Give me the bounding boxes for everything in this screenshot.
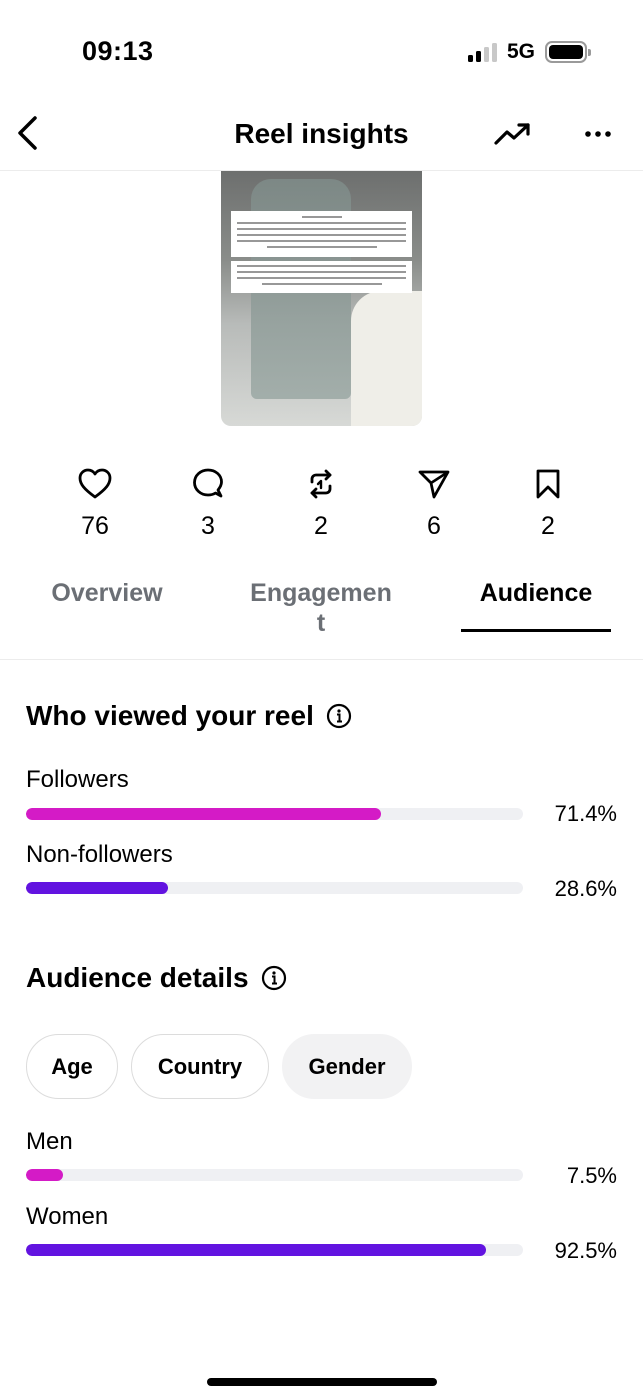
followers-bar [26,808,523,820]
status-indicators: 5G [467,40,591,64]
tabs-divider [0,659,643,660]
trending-up-icon [494,123,530,145]
men-bar-fill [26,1169,64,1181]
reposts-count: 2 [314,512,328,540]
viewers-section-title: Who viewed your reel [26,700,352,732]
women-bar-fill [26,1244,486,1256]
share-icon [418,470,450,499]
status-time: 09:13 [82,36,154,66]
chip-country[interactable]: Country [131,1034,269,1099]
bookmark-icon [536,469,560,499]
women-bar [26,1244,523,1256]
likes-stat: 76 [55,462,135,541]
page-title: Reel insights [234,118,409,149]
tab-engagement[interactable]: Engagemen t [246,578,396,638]
info-icon[interactable] [326,703,352,729]
audience-title-text: Audience details [26,962,249,993]
reel-thumbnail[interactable] [221,171,422,426]
signal-icon [467,42,497,62]
stats-row: 76 3 2 6 2 [0,462,643,552]
network-label: 5G [506,40,535,63]
likes-count: 76 [81,512,109,540]
men-label: Men [26,1128,73,1155]
info-icon[interactable] [261,965,287,991]
comments-count: 3 [201,512,215,540]
followers-percent: 71.4% [554,801,617,826]
chip-age[interactable]: Age [26,1034,118,1099]
battery-icon [545,41,591,63]
comments-stat: 3 [168,462,248,541]
saves-count: 2 [541,512,555,540]
viewers-title-text: Who viewed your reel [26,700,314,731]
home-indicator [207,1378,437,1386]
women-label: Women [26,1203,109,1230]
shares-stat: 6 [394,462,474,541]
women-percent: 92.5% [554,1238,617,1263]
thumbnail-caption-2 [231,261,412,293]
non-followers-bar [26,882,523,894]
audience-section-title: Audience details [26,962,287,994]
tab-overview[interactable]: Overview [36,578,178,608]
followers-bar-fill [26,808,381,820]
men-percent: 7.5% [566,1163,617,1188]
shares-count: 6 [427,512,441,540]
more-icon [585,131,611,137]
thumbnail-caption-1 [231,211,412,257]
non-followers-label: Non-followers [26,841,173,868]
repost-icon [310,469,332,499]
tab-audience[interactable]: Audience [461,578,611,608]
chip-gender[interactable]: Gender [282,1034,412,1099]
header: Reel insights [0,100,643,170]
active-tab-indicator [461,629,611,632]
followers-label: Followers [26,766,129,793]
reposts-stat: 2 [281,462,361,541]
status-bar: 09:13 5G [0,0,643,100]
saves-stat: 2 [508,462,588,541]
thumbnail-seat-shape [351,291,422,426]
heart-icon [78,468,112,499]
trend-button[interactable] [488,114,538,154]
comment-icon [193,468,223,498]
non-followers-bar-fill [26,882,169,894]
more-options-button[interactable] [576,114,620,154]
non-followers-percent: 28.6% [554,876,617,901]
men-bar [26,1169,523,1181]
